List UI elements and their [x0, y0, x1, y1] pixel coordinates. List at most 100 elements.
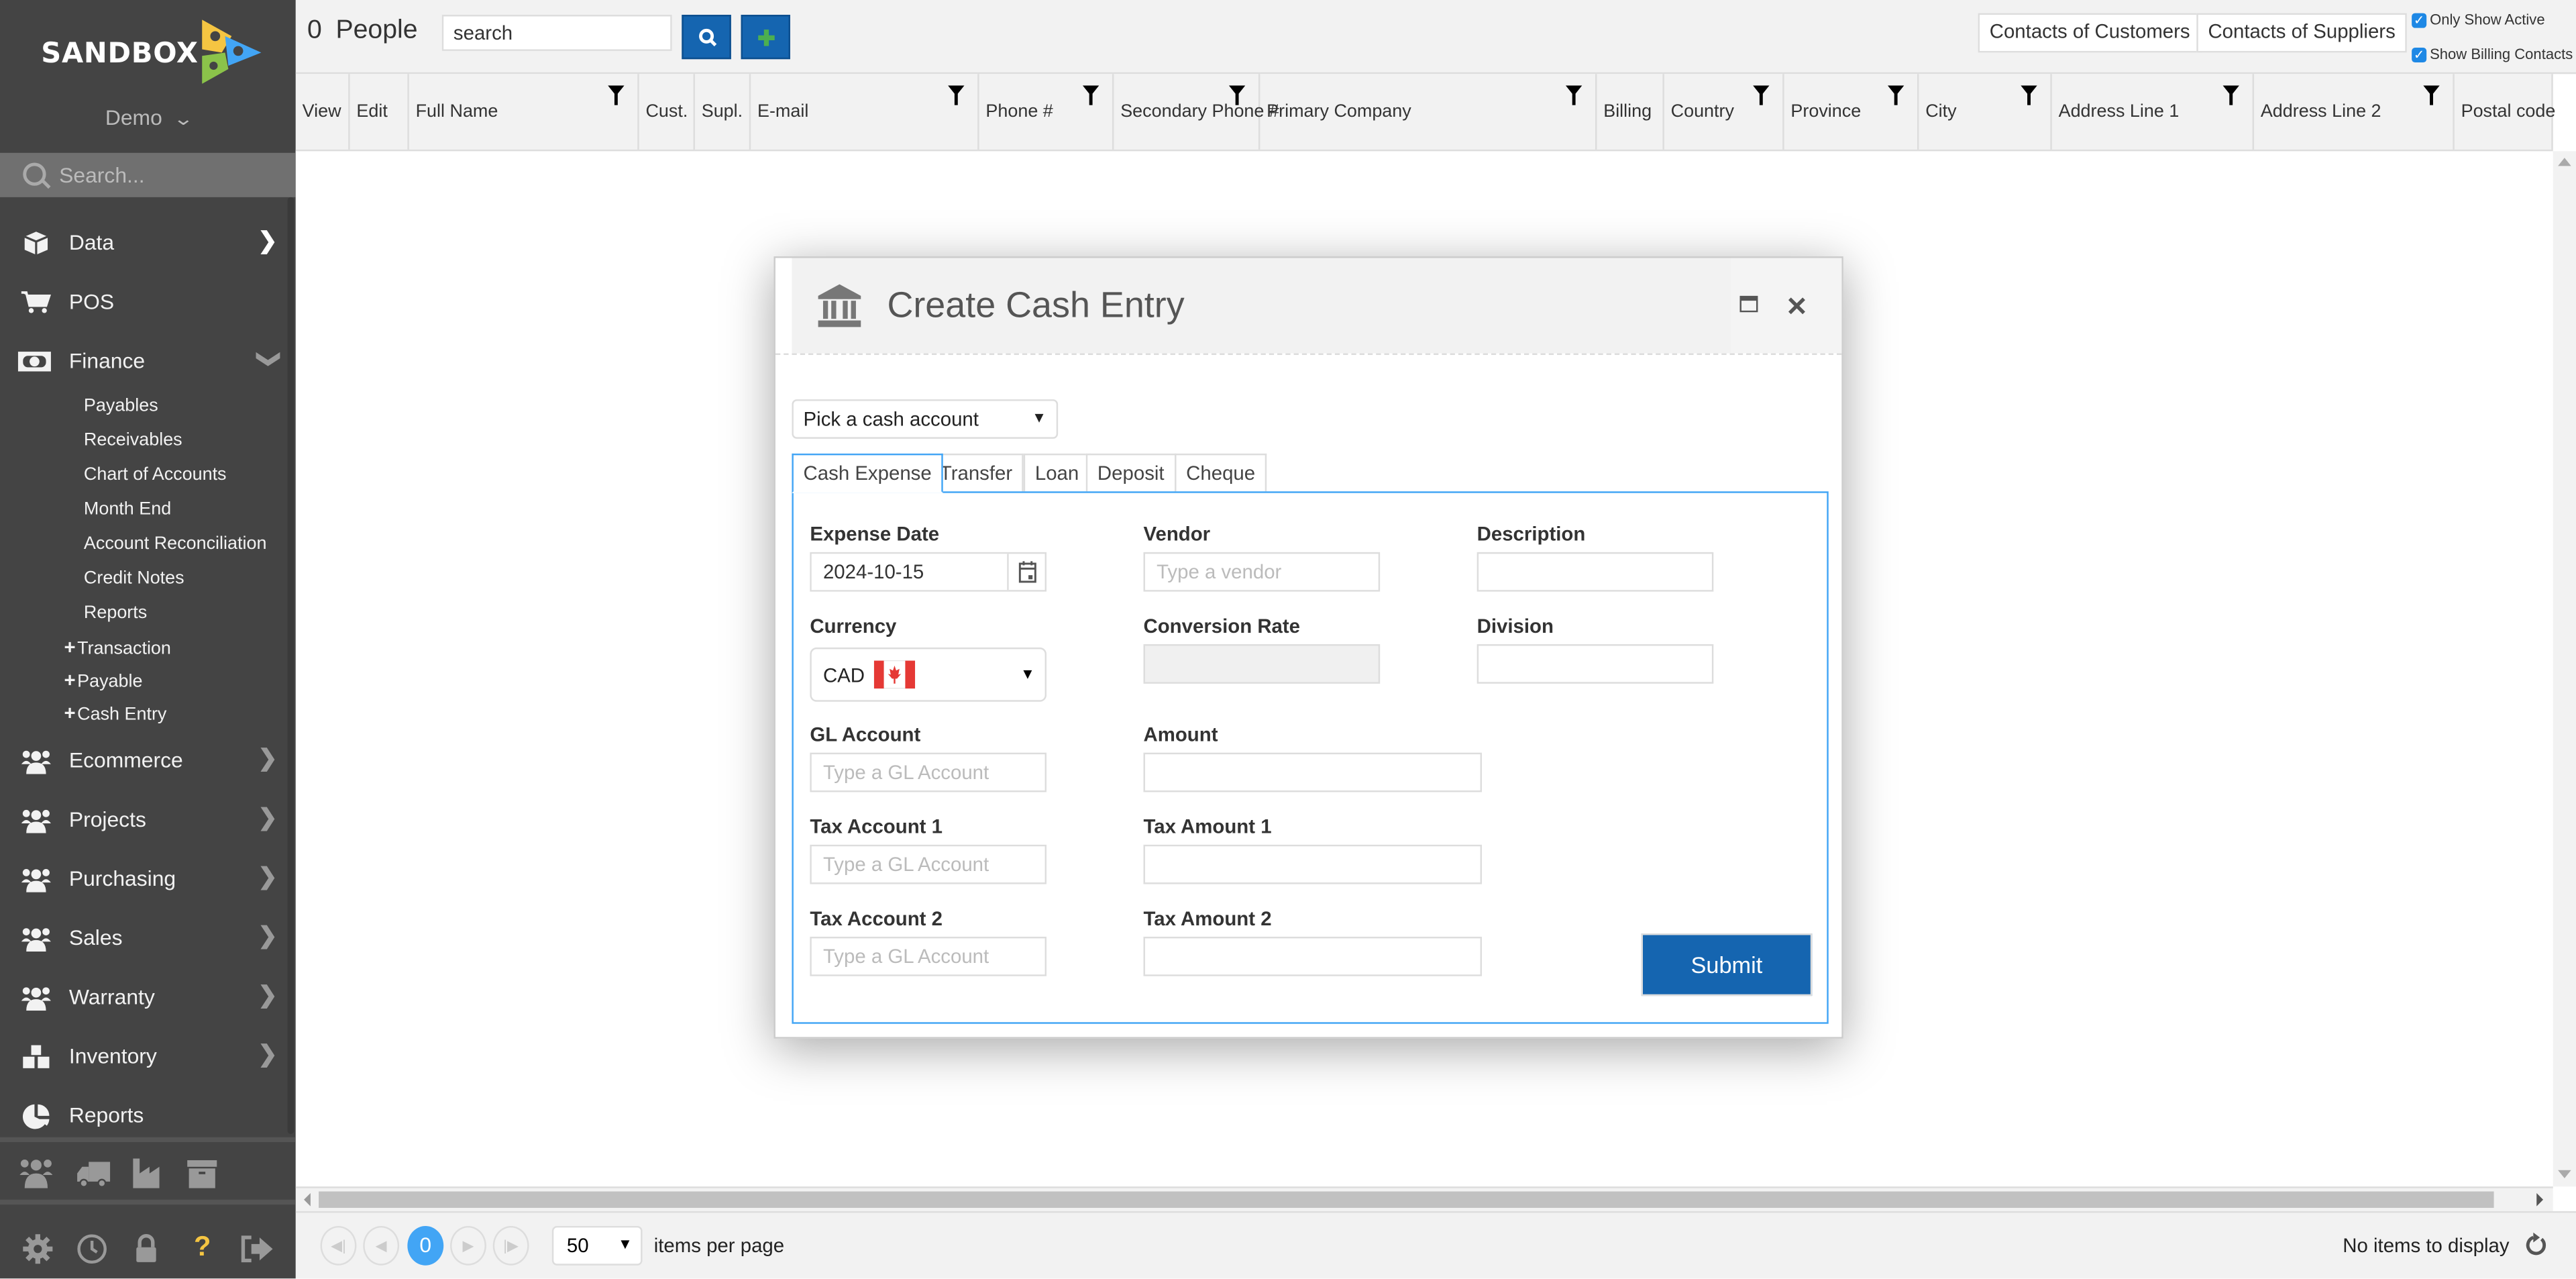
maximize-icon[interactable] — [1739, 295, 1758, 313]
amount-input[interactable] — [1143, 752, 1482, 792]
submit-button[interactable]: Submit — [1641, 933, 1813, 996]
tax-account-1-input[interactable] — [810, 844, 1047, 884]
contacts-of-customers-button[interactable]: Contacts of Customers — [1978, 13, 2202, 53]
tab-deposit[interactable]: Deposit — [1085, 453, 1176, 492]
show-billing-contacts-checkbox[interactable]: ✓ Show Billing Contacts — [2412, 46, 2573, 63]
tax-amount-2-input[interactable] — [1143, 936, 1482, 976]
calendar-icon[interactable] — [1018, 560, 1036, 583]
sidebar-subitem-receivables[interactable]: Receivables — [84, 431, 182, 457]
contacts-of-suppliers-button[interactable]: Contacts of Suppliers — [2196, 13, 2407, 53]
sidebar-scrollbar[interactable] — [287, 197, 294, 1134]
scroll-right-icon[interactable] — [2536, 1192, 2544, 1207]
currency-select[interactable]: CAD ▼ — [810, 647, 1047, 702]
next-page-button[interactable]: ▶ — [450, 1225, 486, 1266]
filter-icon[interactable] — [608, 85, 625, 105]
column-header-postal-code[interactable]: Postal code — [2455, 74, 2555, 150]
column-header-billing[interactable]: Billing — [1597, 74, 1664, 150]
question-icon[interactable]: ? — [194, 1231, 211, 1264]
column-header-edit[interactable]: Edit — [350, 74, 409, 150]
sidebar-item-sales[interactable]: Sales ❯ — [0, 915, 288, 962]
scroll-down-icon[interactable] — [2558, 1170, 2571, 1178]
only-show-active-checkbox[interactable]: ✓ Only Show Active — [2412, 11, 2545, 28]
sign-out-icon[interactable] — [238, 1233, 274, 1266]
column-header-province[interactable]: Province — [1784, 74, 1919, 150]
last-page-button[interactable]: |▶ — [492, 1225, 529, 1266]
column-header-secondary-phone[interactable]: Secondary Phone # — [1114, 74, 1279, 150]
sidebar-item-ecommerce[interactable]: Ecommerce ❯ — [0, 738, 288, 784]
truck-icon[interactable] — [76, 1157, 112, 1190]
sidebar-item-reports[interactable]: Reports — [0, 1093, 288, 1139]
grid-search-input[interactable] — [441, 15, 672, 51]
sidebar-add-payable[interactable]: + Payable — [64, 669, 143, 695]
sidebar-item-pos[interactable]: POS — [0, 279, 288, 325]
sidebar-item-projects[interactable]: Projects ❯ — [0, 797, 288, 843]
column-header-view[interactable]: View — [296, 74, 350, 150]
filter-icon[interactable] — [2423, 85, 2440, 105]
filter-icon[interactable] — [2021, 85, 2037, 105]
vertical-scrollbar[interactable] — [2553, 151, 2576, 1187]
current-page[interactable]: 0 — [407, 1225, 444, 1266]
sidebar-search-input[interactable] — [59, 159, 273, 189]
filter-icon[interactable] — [948, 85, 965, 105]
column-header-email[interactable]: E-mail — [751, 74, 979, 150]
tax-amount-1-input[interactable] — [1143, 844, 1482, 884]
tab-loan[interactable]: Loan — [1023, 453, 1091, 492]
sidebar-subitem-reports[interactable]: Reports — [84, 603, 147, 629]
tax-account-2-input[interactable] — [810, 936, 1047, 976]
column-header-supl[interactable]: Supl. — [695, 74, 751, 150]
search-button[interactable] — [682, 15, 731, 60]
users-icon[interactable] — [18, 1157, 54, 1190]
add-button[interactable] — [741, 15, 790, 60]
column-header-cust[interactable]: Cust. — [639, 74, 695, 150]
sidebar-subitem-credit-notes[interactable]: Credit Notes — [84, 568, 184, 595]
horizontal-scroll-thumb[interactable] — [319, 1191, 2494, 1209]
filter-icon[interactable] — [1565, 85, 1582, 105]
company-selector[interactable]: Demo ⌄ — [0, 105, 296, 130]
lock-icon[interactable] — [128, 1233, 164, 1266]
division-input[interactable] — [1477, 644, 1714, 684]
sidebar-subitem-chart-of-accounts[interactable]: Chart of Accounts — [84, 465, 227, 491]
column-header-phone[interactable]: Phone # — [979, 74, 1114, 150]
filter-icon[interactable] — [1228, 85, 1246, 105]
scroll-left-icon[interactable] — [304, 1192, 311, 1207]
tab-cash-expense[interactable]: Cash Expense — [792, 453, 943, 493]
tab-cheque[interactable]: Cheque — [1175, 453, 1267, 492]
column-header-address-line-2[interactable]: Address Line 2 — [2254, 74, 2455, 150]
sidebar-subitem-account-reconciliation[interactable]: Account Reconciliation — [84, 534, 267, 560]
sidebar-item-purchasing[interactable]: Purchasing ❯ — [0, 856, 288, 903]
column-header-primary-company[interactable]: Primary Company — [1260, 74, 1597, 150]
gear-icon[interactable] — [19, 1233, 56, 1266]
expense-date-input[interactable] — [811, 554, 1009, 591]
industry-icon[interactable] — [129, 1157, 166, 1190]
cash-account-select[interactable]: Pick a cash account ▼ — [792, 399, 1059, 439]
filter-icon[interactable] — [2222, 85, 2239, 105]
gl-account-input[interactable] — [810, 752, 1047, 792]
sidebar-add-cash-entry[interactable]: + Cash Entry — [64, 702, 167, 728]
column-header-full-name[interactable]: Full Name — [409, 74, 639, 150]
vendor-input[interactable] — [1143, 552, 1381, 592]
scroll-up-icon[interactable] — [2558, 158, 2571, 166]
close-icon[interactable]: ✕ — [1786, 291, 1808, 323]
filter-icon[interactable] — [1887, 85, 1904, 105]
sidebar-add-transaction[interactable]: + Transaction — [64, 636, 171, 662]
sidebar-item-data[interactable]: Data ❯ — [0, 220, 288, 266]
column-header-address-line-1[interactable]: Address Line 1 — [2052, 74, 2255, 150]
column-header-country[interactable]: Country — [1664, 74, 1784, 150]
first-page-button[interactable]: ◀| — [320, 1225, 357, 1266]
items-per-page-select[interactable]: 50 ▼ — [551, 1225, 643, 1266]
sidebar-item-inventory[interactable]: Inventory ❯ — [0, 1033, 288, 1080]
clock-icon[interactable] — [74, 1233, 110, 1266]
column-title: View — [302, 101, 341, 122]
sidebar-item-finance[interactable]: Finance ❯ — [0, 338, 288, 385]
previous-page-button[interactable]: ◀ — [363, 1225, 400, 1266]
filter-icon[interactable] — [1082, 85, 1099, 105]
filter-icon[interactable] — [1753, 85, 1770, 105]
sidebar-item-warranty[interactable]: Warranty ❯ — [0, 974, 288, 1021]
refresh-icon[interactable] — [2524, 1231, 2546, 1257]
sidebar-subitem-payables[interactable]: Payables — [84, 396, 158, 422]
archive-icon[interactable] — [184, 1157, 220, 1190]
column-header-city[interactable]: City — [1919, 74, 2052, 150]
description-input[interactable] — [1477, 552, 1714, 592]
sidebar-subitem-month-end[interactable]: Month End — [84, 499, 171, 525]
horizontal-scrollbar[interactable] — [295, 1186, 2553, 1211]
